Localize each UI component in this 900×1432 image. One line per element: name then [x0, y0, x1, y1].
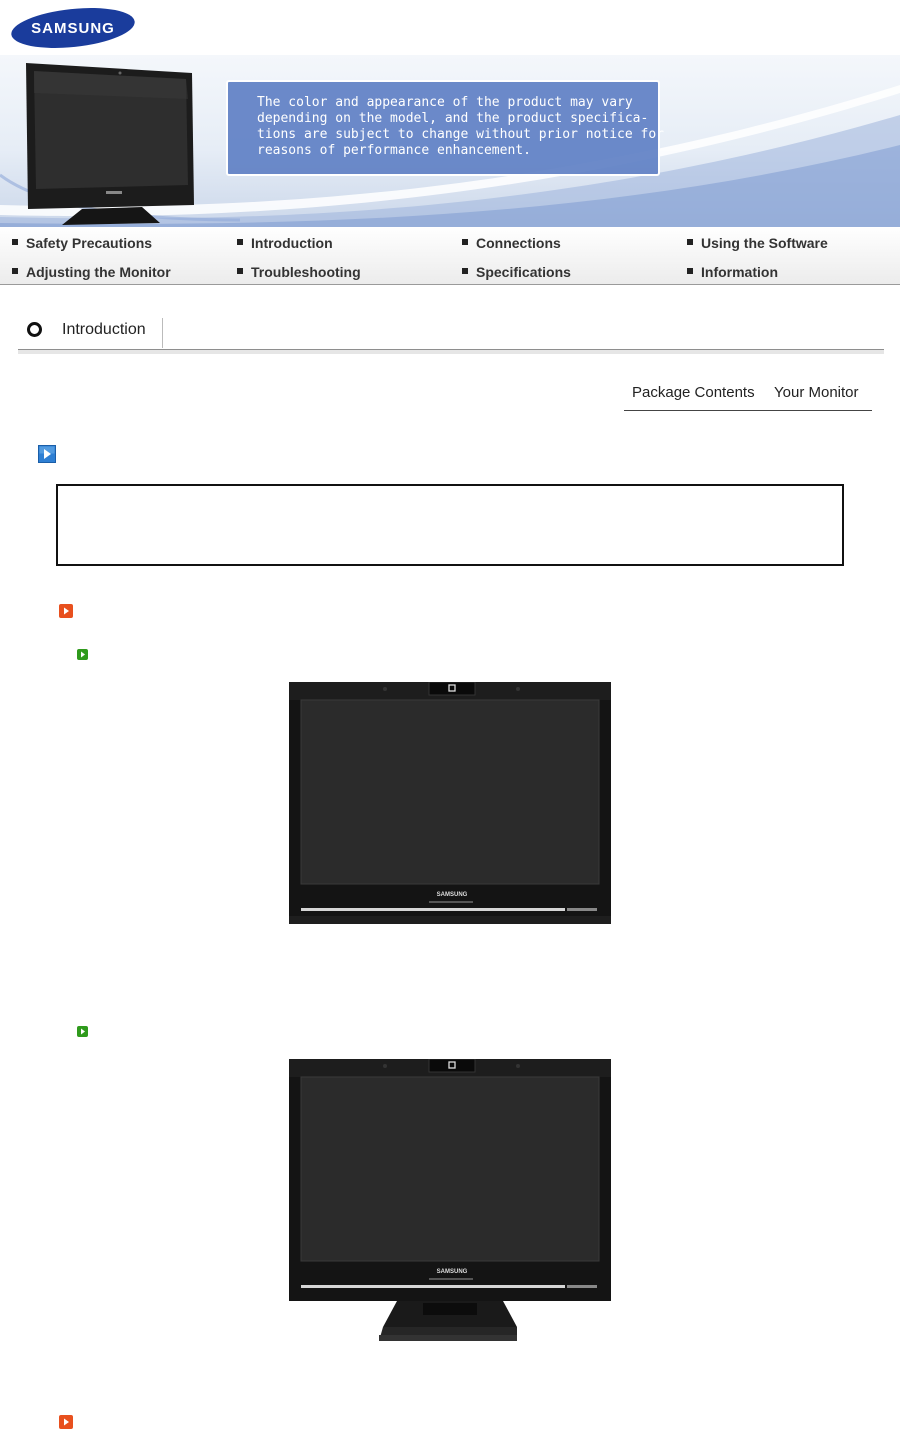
tab-your-monitor[interactable]: Your Monitor [774, 384, 859, 401]
nav-item-label: Connections [476, 235, 561, 251]
nav-item-specifications[interactable]: Specifications [462, 264, 571, 280]
bullet-icon [237, 268, 243, 275]
monitor-stand-image: SAMSUNG [289, 1059, 611, 1341]
nav-item-label: Introduction [251, 235, 333, 251]
nav-item-safety-precautions[interactable]: Safety Precautions [12, 235, 152, 251]
divider [162, 318, 163, 348]
notice-line: reasons of performance enhancement. [257, 143, 531, 158]
bullet-icon [687, 239, 693, 246]
monitor-front-image: SAMSUNG [289, 682, 611, 924]
content-box [56, 484, 844, 566]
notice-line: The color and appearance of the product … [257, 95, 633, 110]
play-arrow-icon [77, 1026, 88, 1037]
play-arrow-icon [59, 604, 73, 618]
play-arrow-icon [59, 1415, 73, 1429]
bullet-icon [462, 268, 468, 275]
bullet-icon [12, 239, 18, 246]
nav-item-label: Safety Precautions [26, 235, 153, 251]
nav-item-troubleshooting[interactable]: Troubleshooting [237, 264, 361, 280]
bullet-icon [237, 239, 243, 246]
tab-package-contents[interactable]: Package Contents [632, 384, 755, 401]
banner-monitor-image [26, 63, 194, 225]
sub-tabs: Package Contents Your Monitor [624, 380, 872, 411]
monitor-logo-text: SAMSUNG [437, 892, 468, 898]
play-arrow-icon [77, 649, 88, 660]
nav-item-label: Specifications [476, 264, 571, 280]
monitor-logo-text: SAMSUNG [437, 1269, 468, 1275]
notice-line: tions are subject to change without prio… [257, 127, 664, 142]
nav-item-label: Using the Software [701, 235, 828, 251]
ring-icon [27, 322, 42, 337]
bullet-icon [462, 239, 468, 246]
nav-item-adjusting-the-monitor[interactable]: Adjusting the Monitor [12, 264, 171, 280]
section-rule [18, 349, 884, 350]
nav-item-label: Troubleshooting [251, 264, 361, 280]
section-header: Introduction [18, 312, 884, 354]
bullet-icon [687, 268, 693, 275]
samsung-logo[interactable]: SAMSUNG [8, 4, 138, 50]
notice-line: depending on the model, and the product … [257, 111, 649, 126]
hero-banner: The color and appearance of the product … [0, 55, 900, 227]
product-notice: The color and appearance of the product … [226, 80, 664, 176]
bullet-icon [12, 268, 18, 275]
logo-text: SAMSUNG [31, 20, 115, 37]
nav-item-connections[interactable]: Connections [462, 235, 561, 251]
main-nav: Safety Precautions Introduction Connecti… [0, 227, 900, 285]
nav-item-label: Information [701, 264, 778, 280]
nav-item-label: Adjusting the Monitor [26, 264, 171, 280]
nav-item-using-the-software[interactable]: Using the Software [687, 235, 828, 251]
nav-item-introduction[interactable]: Introduction [237, 235, 333, 251]
play-arrow-icon [38, 445, 56, 463]
nav-item-information[interactable]: Information [687, 264, 778, 280]
section-title: Introduction [62, 321, 146, 338]
